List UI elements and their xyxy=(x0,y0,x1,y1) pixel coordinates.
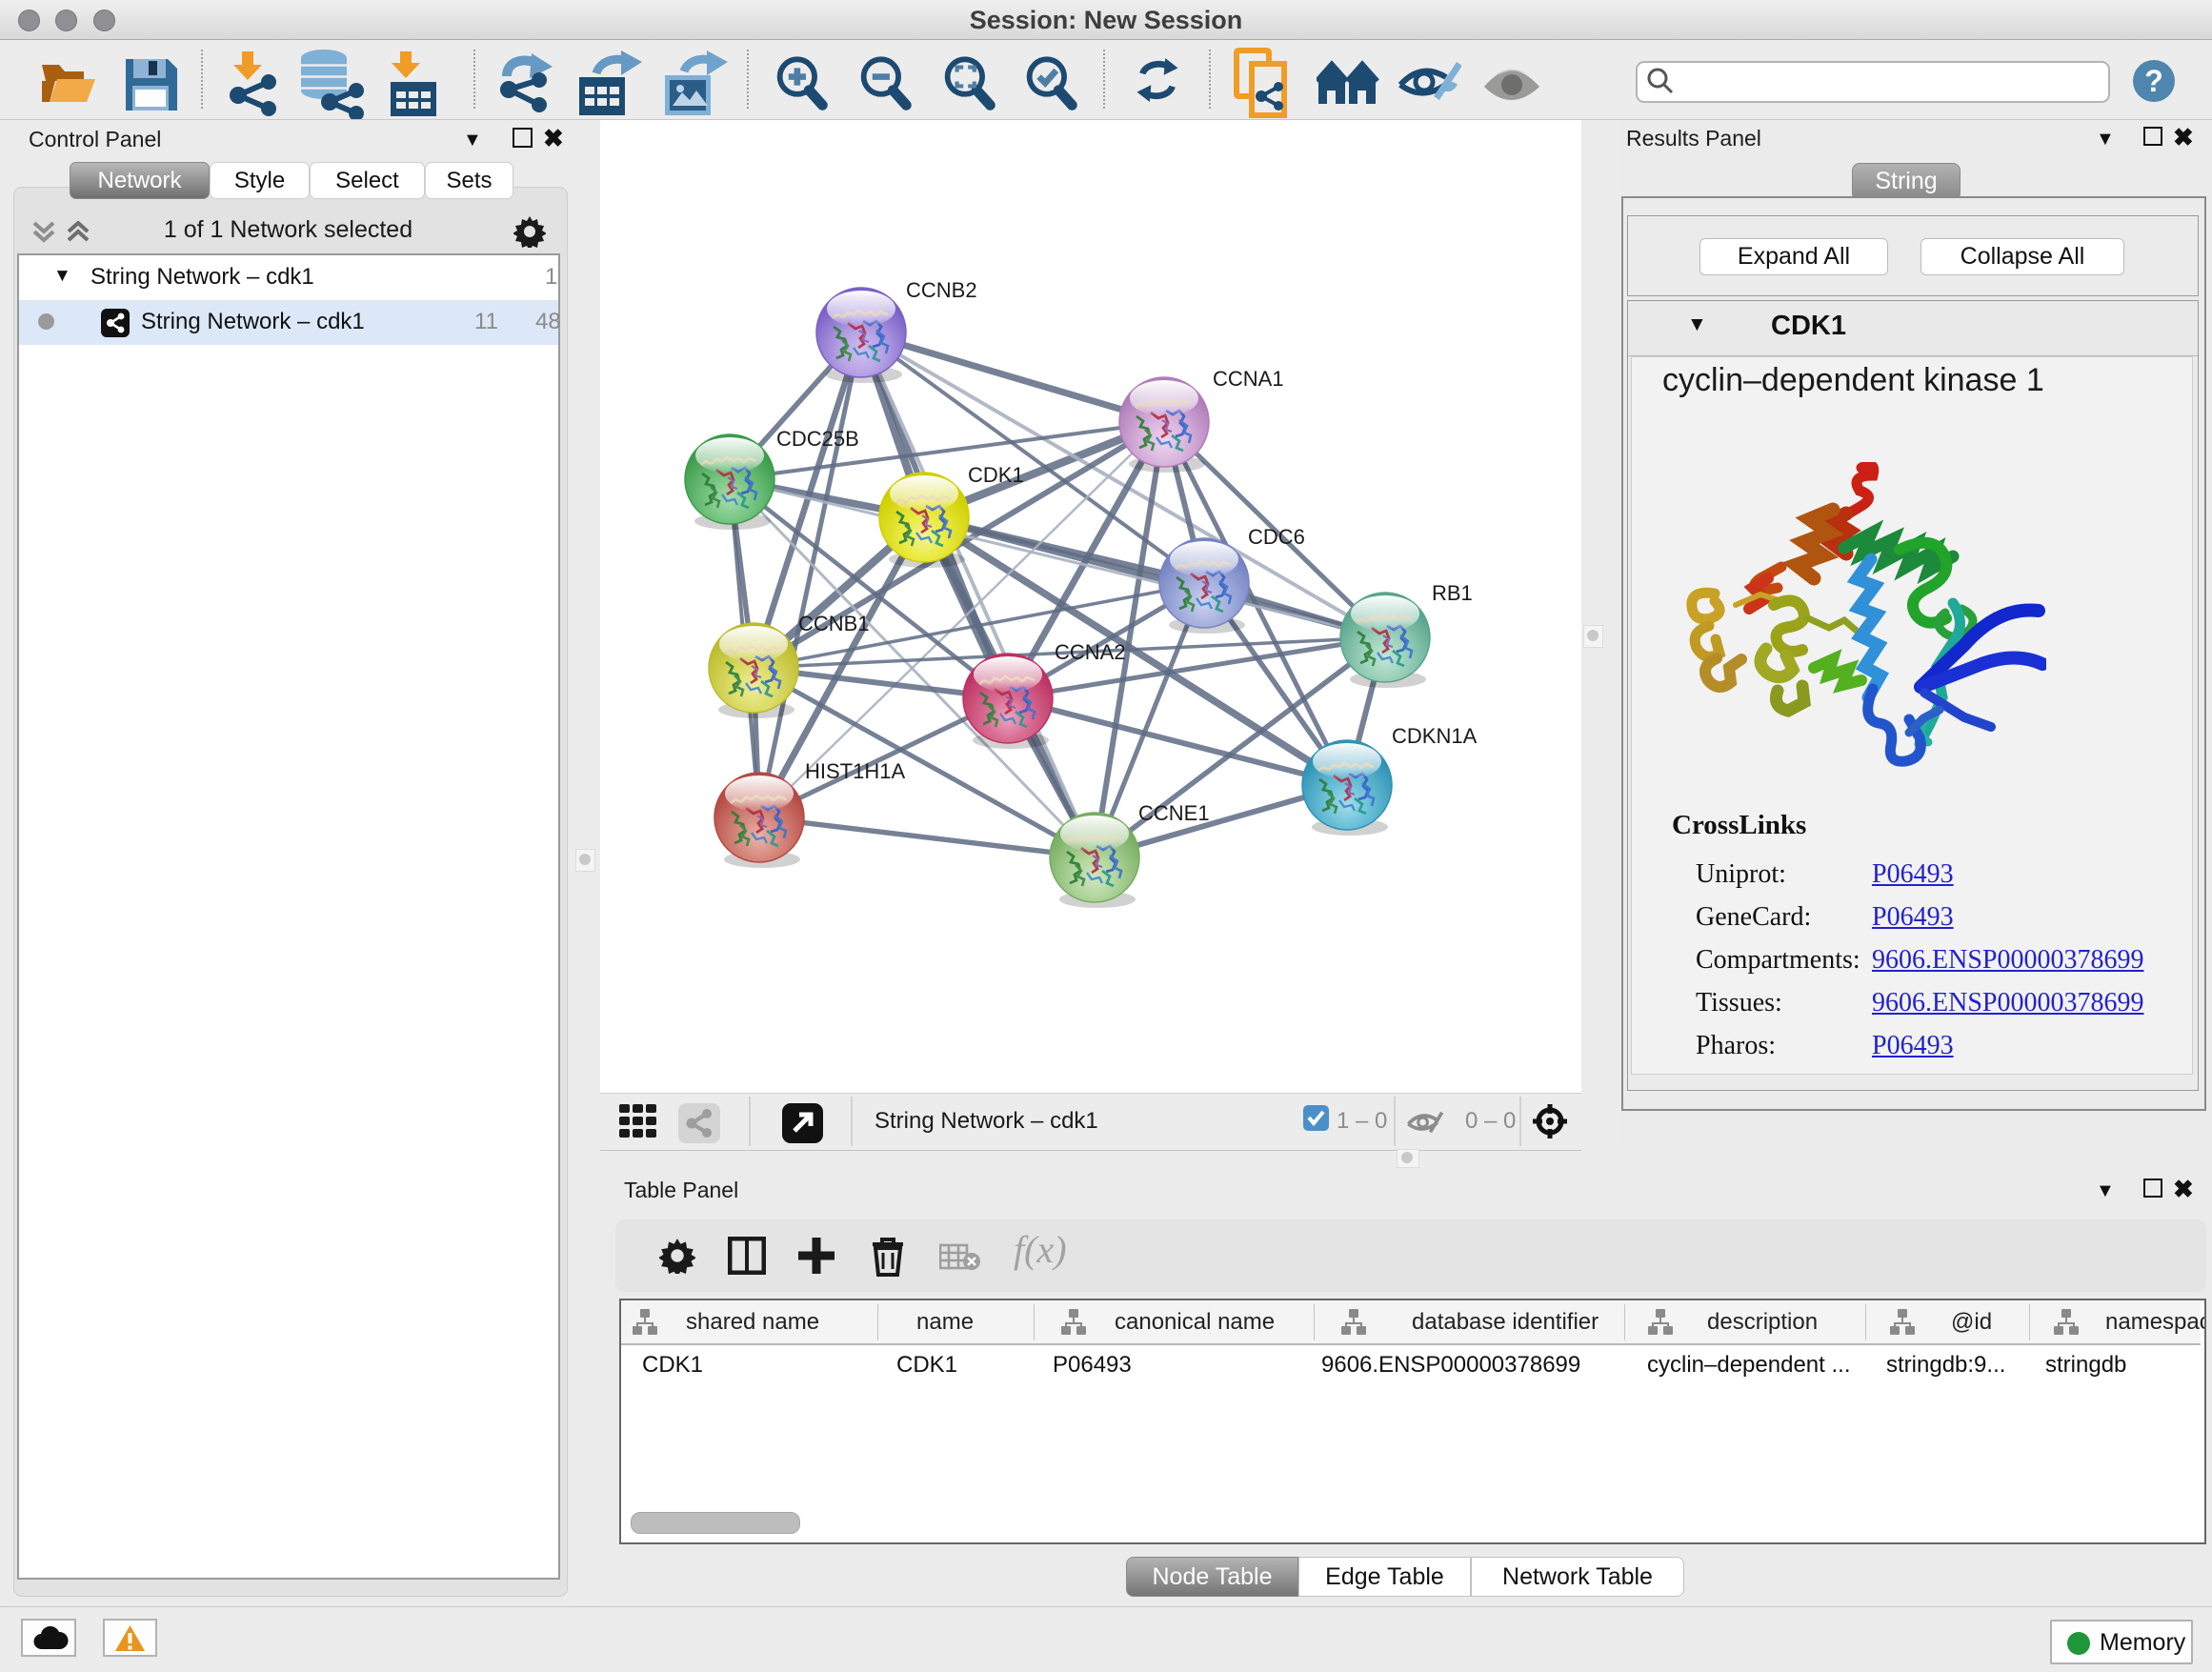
svg-text:CCNB2: CCNB2 xyxy=(906,278,977,302)
svg-text:CDC6: CDC6 xyxy=(1248,525,1305,549)
svg-text:RB1: RB1 xyxy=(1432,581,1473,605)
svg-text:HIST1H1A: HIST1H1A xyxy=(805,759,905,783)
svg-text:CCNA1: CCNA1 xyxy=(1213,367,1284,391)
svg-text:?: ? xyxy=(2144,64,2163,98)
svg-text:CDC25B: CDC25B xyxy=(776,427,859,451)
svg-text:CCNE1: CCNE1 xyxy=(1138,801,1210,825)
svg-text:CDK1: CDK1 xyxy=(968,463,1024,487)
svg-text:CDKN1A: CDKN1A xyxy=(1392,724,1478,748)
svg-text:CCNB1: CCNB1 xyxy=(798,612,870,635)
svg-text:CCNA2: CCNA2 xyxy=(1055,640,1126,664)
